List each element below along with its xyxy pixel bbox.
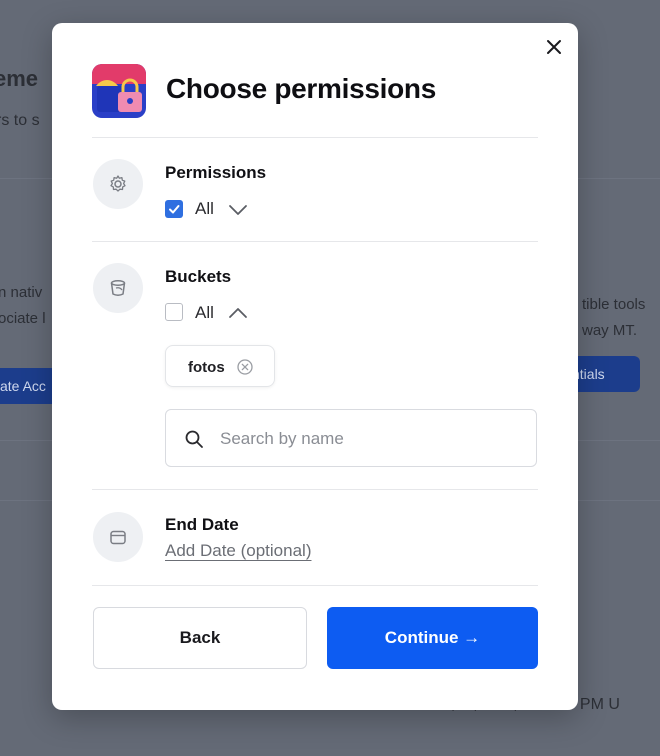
background-subtitle: rs to s bbox=[0, 112, 40, 129]
back-button[interactable]: Back bbox=[93, 607, 307, 669]
chevron-down-icon[interactable] bbox=[228, 203, 248, 217]
background-text: way MT. bbox=[582, 322, 638, 339]
chevron-up-icon[interactable] bbox=[228, 306, 248, 320]
divider bbox=[92, 241, 538, 242]
remove-chip-icon[interactable] bbox=[236, 358, 254, 376]
buckets-label: Buckets bbox=[165, 267, 232, 286]
search-icon bbox=[185, 430, 203, 448]
end-date-icon-circle bbox=[93, 512, 143, 562]
buckets-all-checkbox[interactable] bbox=[165, 303, 183, 321]
divider bbox=[92, 137, 538, 138]
buckets-icon-circle bbox=[93, 263, 143, 313]
bucket-chip-label: fotos bbox=[188, 359, 225, 376]
checkmark-icon bbox=[169, 205, 180, 214]
choose-permissions-modal: Choose permissions Permissions All Bucke… bbox=[52, 23, 578, 710]
bucket-lock-logo-icon bbox=[92, 64, 146, 118]
gear-icon bbox=[110, 175, 126, 192]
bucket-icon bbox=[110, 280, 126, 296]
end-date-label: End Date bbox=[165, 515, 239, 534]
add-date-link[interactable]: Add Date (optional) bbox=[165, 541, 311, 561]
background-text: n nativ bbox=[0, 284, 43, 301]
bucket-search-input[interactable] bbox=[218, 426, 522, 452]
permissions-all-checkbox[interactable] bbox=[165, 200, 183, 218]
modal-title: Choose permissions bbox=[166, 73, 437, 104]
close-icon bbox=[547, 40, 561, 54]
background-text: tible tools bbox=[582, 296, 646, 313]
divider bbox=[92, 585, 538, 586]
background-title: eme bbox=[0, 66, 39, 91]
close-button[interactable] bbox=[542, 35, 566, 59]
permissions-label: Permissions bbox=[165, 163, 267, 182]
permissions-all-label: All bbox=[195, 199, 214, 218]
background-text: ociate l bbox=[0, 310, 46, 327]
buckets-all-label: All bbox=[195, 303, 214, 322]
permissions-icon-circle bbox=[93, 159, 143, 209]
bucket-chip: fotos bbox=[165, 345, 275, 387]
bucket-search-box bbox=[165, 409, 537, 467]
divider bbox=[92, 489, 538, 490]
continue-button[interactable]: Continue → bbox=[327, 607, 538, 669]
calendar-icon bbox=[110, 530, 126, 545]
